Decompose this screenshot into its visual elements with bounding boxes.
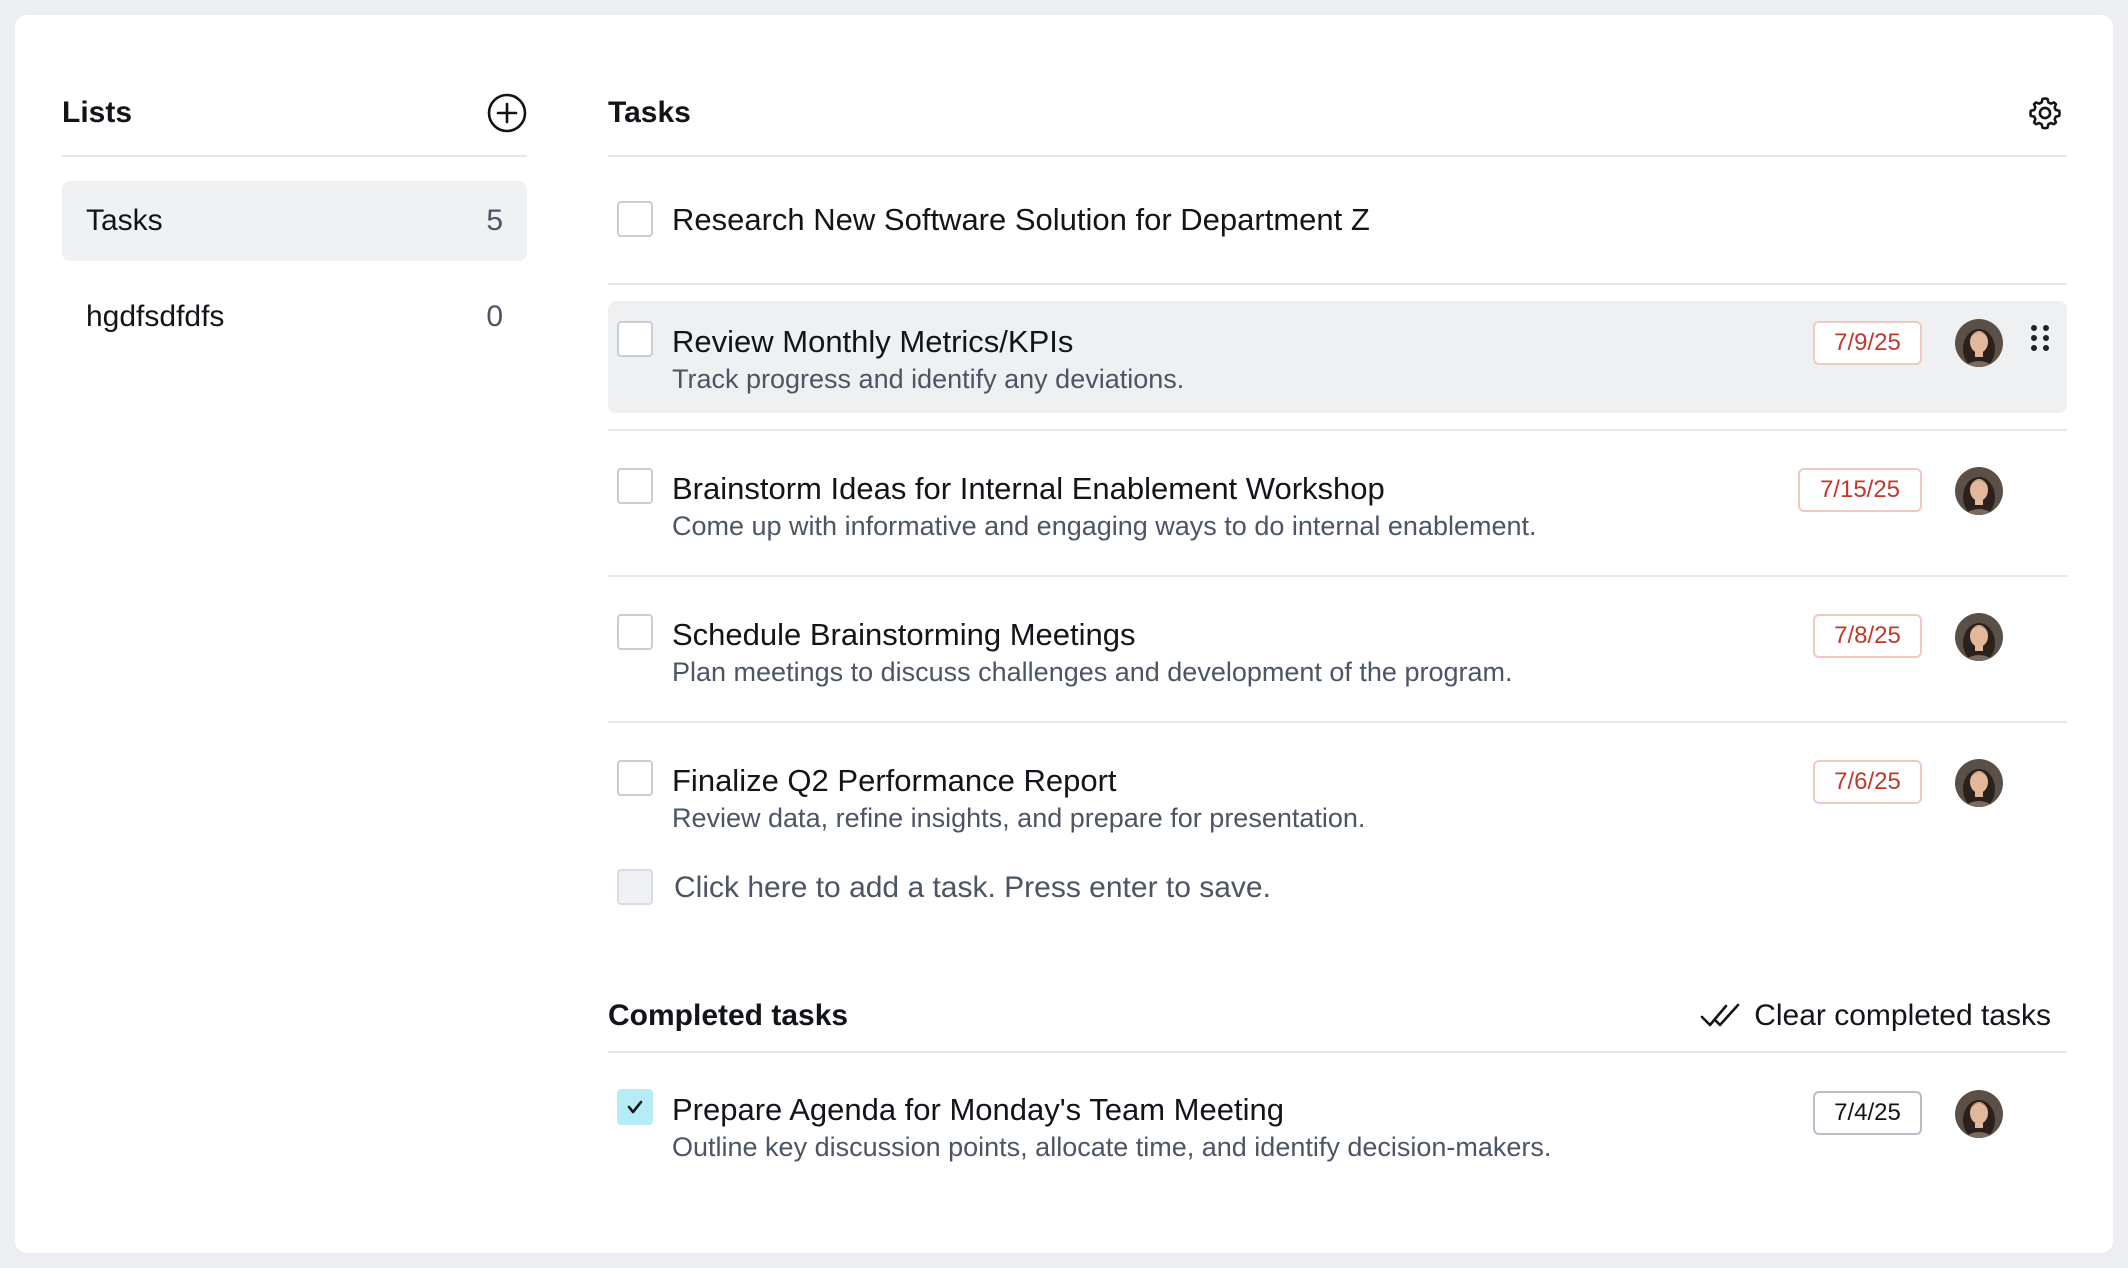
list-item-label: hgdfsdfdfs [86, 300, 225, 333]
clear-completed-label: Clear completed tasks [1754, 999, 2051, 1032]
task-checkbox[interactable] [617, 201, 653, 237]
task-description: Review data, refine insights, and prepar… [672, 803, 1366, 833]
task-description: Outline key discussion points, allocate … [672, 1132, 1552, 1162]
clear-completed-button[interactable]: Clear completed tasks [1700, 999, 2051, 1033]
task-checkbox[interactable] [617, 468, 653, 504]
checkmark-icon [627, 1100, 643, 1114]
avatar[interactable] [1955, 759, 2003, 807]
task-title: Finalize Q2 Performance Report [672, 763, 1117, 798]
task-description: Come up with informative and engaging wa… [672, 511, 1537, 541]
tasks-app-card: Lists Tasks 5 hgdfsdfdfs 0 Tasks Researc… [15, 15, 2113, 1253]
task-checkbox[interactable] [617, 614, 653, 650]
task-title: Prepare Agenda for Monday's Team Meeting [672, 1092, 1284, 1127]
task-title: Schedule Brainstorming Meetings [672, 617, 1136, 652]
task-row[interactable]: Brainstorm Ideas for Internal Enablement… [608, 431, 2067, 577]
list-item-hgdfsdfdfs[interactable]: hgdfsdfdfs 0 [62, 277, 527, 357]
completed-tasks-header: Completed tasks Clear completed tasks [608, 981, 2067, 1053]
task-title: Brainstorm Ideas for Internal Enablement… [672, 471, 1385, 506]
list-item-count: 0 [486, 300, 503, 333]
task-row[interactable]: Finalize Q2 Performance Report Review da… [608, 723, 2067, 853]
task-description: Plan meetings to discuss challenges and … [672, 657, 1513, 687]
avatar[interactable] [1955, 1090, 2003, 1138]
task-checkbox[interactable] [617, 760, 653, 796]
add-task-checkbox [617, 869, 653, 905]
task-title: Review Monthly Metrics/KPIs [672, 324, 1074, 359]
double-check-icon [1700, 1003, 1740, 1027]
due-date-chip[interactable]: 7/9/25 [1813, 321, 1922, 365]
list-items: Tasks 5 hgdfsdfdfs 0 [62, 181, 527, 357]
completed-task-row[interactable]: Prepare Agenda for Monday's Team Meeting… [608, 1053, 2067, 1173]
avatar[interactable] [1955, 467, 2003, 515]
task-checkbox[interactable] [617, 321, 653, 357]
plus-circle-icon [487, 93, 527, 133]
drag-handle-icon[interactable] [2029, 325, 2053, 355]
tasks-title: Tasks [608, 96, 691, 129]
avatar[interactable] [1955, 613, 2003, 661]
task-checkbox-checked[interactable] [617, 1089, 653, 1125]
gear-icon [2029, 97, 2061, 130]
lists-sidebar: Lists Tasks 5 hgdfsdfdfs 0 [62, 73, 527, 373]
add-list-button[interactable] [487, 93, 527, 133]
due-date-chip[interactable]: 7/6/25 [1813, 760, 1922, 804]
add-task-row [608, 853, 2067, 981]
due-date-chip[interactable]: 7/4/25 [1813, 1091, 1922, 1135]
lists-title: Lists [62, 96, 133, 129]
task-row[interactable]: Research New Software Solution for Depar… [608, 157, 2067, 285]
lists-header: Lists [62, 73, 527, 157]
task-row[interactable]: Schedule Brainstorming Meetings Plan mee… [608, 577, 2067, 723]
list-item-tasks[interactable]: Tasks 5 [62, 181, 527, 261]
task-title: Research New Software Solution for Depar… [672, 202, 1370, 237]
task-row-hover-bg: Review Monthly Metrics/KPIs Track progre… [608, 301, 2067, 413]
due-date-chip[interactable]: 7/8/25 [1813, 614, 1922, 658]
avatar[interactable] [1955, 319, 2003, 367]
task-description: Track progress and identify any deviatio… [672, 364, 1185, 394]
list-item-label: Tasks [86, 204, 163, 237]
add-task-input[interactable] [672, 865, 1876, 911]
tasks-header: Tasks [608, 73, 2067, 157]
due-date-chip[interactable]: 7/15/25 [1798, 468, 1922, 512]
tasks-panel: Tasks Research New Software Solution for… [608, 73, 2067, 1173]
task-row[interactable]: Review Monthly Metrics/KPIs Track progre… [608, 285, 2067, 431]
settings-button[interactable] [2023, 91, 2067, 135]
list-item-count: 5 [486, 204, 503, 237]
completed-tasks-title: Completed tasks [608, 999, 849, 1032]
